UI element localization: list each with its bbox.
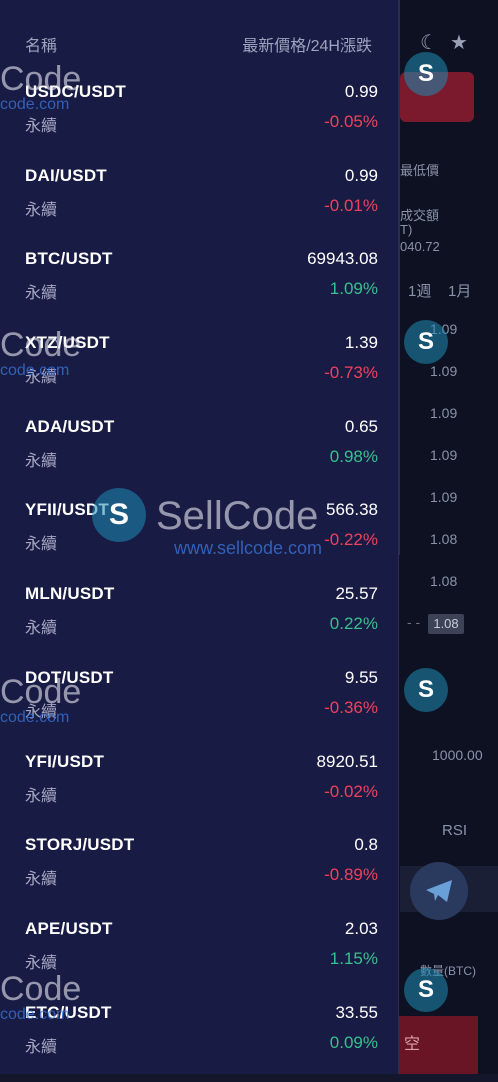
telegram-icon[interactable] [410,862,468,920]
pair-row[interactable]: DOT/USDT 永續 9.55 -0.36% [0,664,398,748]
pair-row[interactable]: ETC/USDT 永續 33.55 0.09% [0,999,398,1082]
bg-price: 1.09 [430,321,458,337]
change-24h: -0.36% [324,697,378,717]
pair-symbol: ADA/USDT [25,416,115,436]
bg-price: 1.09 [430,405,458,421]
change-24h: 1.09% [329,279,378,299]
pair-symbol: APE/USDT [25,918,113,938]
contract-type: 永續 [25,201,58,219]
column-name-header: 名稱 [25,38,58,55]
bg-short-button[interactable]: 空 [398,1016,478,1074]
change-24h: -0.73% [324,363,378,383]
pair-row[interactable]: USDC/USDT 永續 0.99 -0.05% [0,78,398,162]
last-price: 0.8 [354,835,378,855]
pair-row[interactable]: STORJ/USDT 永續 0.8 -0.89% [0,831,398,915]
last-price: 8920.51 [316,751,378,771]
contract-type: 永續 [25,369,58,387]
pair-row[interactable]: YFII/USDT 永續 566.38 -0.22% [0,496,398,580]
bg-price: 1.09 [430,489,458,505]
pair-symbol: BTC/USDT [25,249,113,269]
list-header: 名稱 最新價格/24H漲跌 [0,32,398,56]
change-24h: -0.02% [324,781,378,801]
bg-label-turnover-value: 040.72 [400,239,440,254]
contract-type: 永續 [25,285,58,303]
pair-symbol: MLN/USDT [25,584,115,604]
background-button[interactable] [400,72,474,122]
contract-type: 永續 [25,118,58,135]
last-price: 33.55 [335,1002,378,1022]
bg-price: 1.08 [430,531,458,547]
bg-tab-rsi[interactable]: RSI [442,822,467,839]
change-24h: -0.01% [324,195,378,215]
bg-price: 1.08 [430,573,458,589]
change-24h: -0.22% [324,530,378,550]
last-price: 2.03 [344,918,378,938]
change-24h: 1.15% [329,948,378,968]
pair-row[interactable]: BTC/USDT 永續 69943.08 1.09% [0,245,398,329]
change-24h: 0.22% [329,614,378,634]
pair-row[interactable]: MLN/USDT 永續 25.57 0.22% [0,580,398,664]
pair-symbol: DAI/USDT [25,165,107,185]
contract-type: 永續 [25,620,58,638]
last-price: 0.65 [344,416,378,436]
pair-row[interactable]: APE/USDT 永續 2.03 1.15% [0,915,398,999]
pair-row[interactable]: ADA/USDT 永續 0.65 0.98% [0,413,398,497]
pair-symbol: DOT/USDT [25,667,114,687]
last-price: 0.99 [344,82,378,101]
change-24h: -0.05% [324,112,378,131]
pair-symbol: XTZ/USDT [25,333,110,353]
bg-label-low: 最低價 [400,163,440,178]
change-24h: -0.89% [324,865,378,885]
pair-row[interactable]: DAI/USDT 永續 0.99 -0.01% [0,162,398,246]
pair-symbol: STORJ/USDT [25,835,135,855]
bg-price: 1.09 [430,447,458,463]
bg-current-price-badge: 1.08 [428,614,464,634]
pair-symbol: USDC/USDT [25,82,126,101]
last-price: 1.39 [344,333,378,353]
pair-list: USDC/USDT 永續 0.99 -0.05% DAI/USDT 永續 0.99 -0.01… [0,78,398,1082]
contract-type: 永續 [25,1038,58,1056]
contract-type: 永續 [25,452,58,470]
contract-type: 永續 [25,536,58,554]
bg-price: 1.09 [430,363,458,379]
bg-tab-month[interactable]: 1月 [448,280,471,301]
pair-symbol: YFII/USDT [25,500,109,520]
bg-label-unit: T) [400,222,413,237]
star-icon[interactable]: ★ [450,30,468,55]
pair-row[interactable]: YFI/USDT 永續 8920.51 -0.02% [0,748,398,832]
last-price: 0.99 [344,165,378,185]
last-price: 566.38 [326,500,378,520]
bg-tab-week[interactable]: 1週 [408,280,431,301]
bg-dashed-line: - - [407,614,421,630]
pair-row[interactable]: XTZ/USDT 永續 1.39 -0.73% [0,329,398,413]
pair-symbol: ETC/USDT [25,1002,112,1022]
column-price-header: 最新價格/24H漲跌 [242,38,372,55]
last-price: 69943.08 [307,249,378,269]
last-price: 9.55 [344,667,378,687]
contract-type: 永續 [25,703,58,721]
contract-type: 永續 [25,871,58,889]
bg-qty-label: 數量(BTC) [420,964,476,978]
change-24h: 0.09% [329,1032,378,1052]
contract-type: 永續 [25,787,58,805]
bg-amount: 1000.00 [432,747,483,763]
moon-icon[interactable]: ☾ [420,30,438,55]
market-drawer: 名稱 最新價格/24H漲跌 USDC/USDT 永續 0.99 -0.05% DAI/U… [0,0,399,1074]
last-price: 25.57 [335,584,378,604]
background-top-icons: ☾ ★ [420,30,468,55]
change-24h: 0.98% [329,446,378,466]
contract-type: 永續 [25,954,58,972]
pair-symbol: YFI/USDT [25,751,105,771]
